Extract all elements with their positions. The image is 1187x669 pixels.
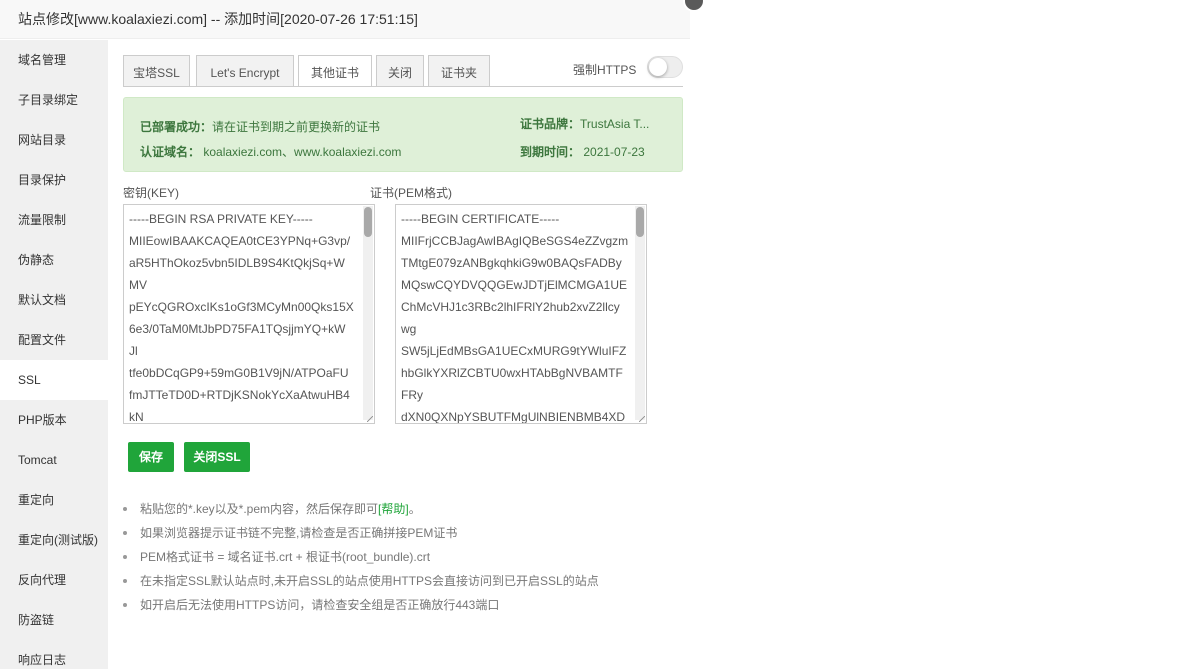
ssl-panel: 宝塔SSL Let's Encrypt 其他证书 关闭 证书夹 强制HTTPS … [108,40,690,669]
key-line: tfe0bDCqGP9+59mG0B1V9jN/ATPOaFU [129,366,349,380]
tip-item: 如开启后无法使用HTTPS访问，请检查安全组是否正确放行443端口 [123,596,599,620]
cert-line: FRy [401,388,423,402]
deploy-status-label: 已部署成功： [140,120,213,134]
tab-divider [123,86,683,87]
sidebar-item-config-file[interactable]: 配置文件 [0,320,108,360]
tip-item: 如果浏览器提示证书链不完整,请检查是否正确拼接PEM证书 [123,524,599,548]
deploy-status-text: 请在证书到期之前更换新的证书 [212,120,381,134]
save-button[interactable]: 保存 [128,442,174,472]
key-line: fmJTTeTD0D+RTDjKSNokYcXaAtwuHB4 [129,388,350,402]
bullet-icon [123,555,127,559]
help-tips: 粘贴您的*.key以及*.pem内容，然后保存即可[帮助]。 如果浏览器提示证书… [123,500,599,620]
sidebar-item-redirect-beta[interactable]: 重定向(测试版) [0,520,108,560]
cert-scroll-thumb[interactable] [636,207,644,237]
cert-textarea[interactable]: -----BEGIN CERTIFICATE----- MIIFrjCCBJag… [395,204,647,424]
toggle-knob [649,58,667,76]
sidebar-item-rewrite[interactable]: 伪静态 [0,240,108,280]
key-line: MIIEowIBAAKCAQEA0tCE3YPNq+G3vp/ [129,234,351,248]
sidebar-item-dir-protect[interactable]: 目录保护 [0,160,108,200]
key-line: 6e3/0TaM0MtJbPD75FA1TQsjjmYQ+kW [129,322,346,336]
key-scrollbar[interactable] [363,206,373,420]
sidebar-item-php-version[interactable]: PHP版本 [0,400,108,440]
cert-line: SW5jLjEdMBsGA1UECxMURG9tYWluIFZ [401,344,627,358]
site-settings-dialog: 站点修改[www.koalaxiezi.com] -- 添加时间[2020-07… [0,0,690,669]
sidebar-item-domain[interactable]: 域名管理 [0,40,108,80]
key-line: kN [129,410,144,424]
key-textarea[interactable]: -----BEGIN RSA PRIVATE KEY----- MIIEowIB… [123,204,375,424]
tip-item: 粘贴您的*.key以及*.pem内容，然后保存即可[帮助]。 [123,500,599,524]
tab-cert-folder[interactable]: 证书夹 [428,55,490,86]
tip-item: PEM格式证书 = 域名证书.crt + 根证书(root_bundle).cr… [123,548,599,572]
tip-text: 如果浏览器提示证书链不完整,请检查是否正确拼接PEM证书 [140,526,458,540]
close-ssl-button[interactable]: 关闭SSL [184,442,250,472]
help-link[interactable]: [帮助] [378,502,409,516]
cert-domains: 认证域名： koalaxiezi.com、www.koalaxiezi.com [140,143,401,160]
sidebar-item-site-dir[interactable]: 网站目录 [0,120,108,160]
sidebar-item-response-log[interactable]: 响应日志 [0,640,108,669]
sidebar-item-traffic-limit[interactable]: 流量限制 [0,200,108,240]
bullet-icon [123,507,127,511]
tab-lets-encrypt[interactable]: Let's Encrypt [196,55,294,86]
bullet-icon [123,603,127,607]
sidebar-item-ssl[interactable]: SSL [0,360,108,400]
key-line: aR5HThOkoz5vbn5IDLB9S4KtQkjSq+W [129,256,345,270]
cert-line: hbGlkYXRlZCBTU0wxHTAbBgNVBAMTF [401,366,623,380]
key-scroll-thumb[interactable] [364,207,372,237]
cert-line: -----BEGIN CERTIFICATE----- [401,212,560,226]
key-resize-handle[interactable] [367,416,373,422]
ssl-status-alert: 已部署成功：请在证书到期之前更换新的证书 认证域名： koalaxiezi.co… [123,97,683,172]
force-https-toggle[interactable] [647,56,683,78]
tab-baota-ssl[interactable]: 宝塔SSL [123,55,190,86]
cert-line: MQswCQYDVQQGEwJDTjElMCMGA1UE [401,278,628,292]
cert-line: dXN0QXNpYSBUTFMgUlNBIENBMB4XD [401,410,626,424]
cert-line: wg [401,322,417,336]
tip-text: 粘贴您的*.key以及*.pem内容，然后保存即可 [140,502,379,516]
cert-expire-value: 2021-07-23 [580,145,645,159]
sidebar-item-tomcat[interactable]: Tomcat [0,440,108,480]
cert-expire: 到期时间： 2021-07-23 [520,143,645,160]
tip-text: 在未指定SSL默认站点时,未开启SSL的站点使用HTTPS会直接访问到已开启SS… [140,574,599,588]
force-https-label: 强制HTTPS [573,63,637,77]
cert-brand-label: 证书品牌： [520,117,581,131]
cert-domains-value: koalaxiezi.com、www.koalaxiezi.com [200,145,402,159]
cert-line: ChMcVHJ1c3RBc2lhIFRlY2hub2xvZ2llcy [401,300,620,314]
tip-text: PEM格式证书 = 域名证书.crt + 根证书(root_bundle).cr… [140,550,431,564]
tip-suffix: 。 [408,502,421,516]
cert-label: 证书(PEM格式) [370,186,452,200]
tip-text: 如开启后无法使用HTTPS访问，请检查安全组是否正确放行443端口 [140,598,500,612]
sidebar-item-subdir[interactable]: 子目录绑定 [0,80,108,120]
cert-line: TMtgE079zANBgkqhkiG9w0BAQsFADBy [401,256,622,270]
bullet-icon [123,579,127,583]
sidebar: 域名管理 子目录绑定 网站目录 目录保护 流量限制 伪静态 默认文档 配置文件 … [0,40,108,669]
sidebar-item-hotlink[interactable]: 防盗链 [0,600,108,640]
sidebar-item-default-doc[interactable]: 默认文档 [0,280,108,320]
key-line: pEYcQGROxcIKs1oGf3MCyMn00Qks15X [129,300,354,314]
key-label: 密钥(KEY) [123,186,180,200]
cert-domains-label: 认证域名： [140,145,201,159]
key-line: Jl [129,344,138,358]
cert-brand: 证书品牌：TrustAsia T... [520,115,649,132]
cert-resize-handle[interactable] [639,416,645,422]
sidebar-item-redirect[interactable]: 重定向 [0,480,108,520]
cert-brand-value: TrustAsia T... [580,117,650,131]
sidebar-item-reverse-proxy[interactable]: 反向代理 [0,560,108,600]
dialog-title: 站点修改[www.koalaxiezi.com] -- 添加时间[2020-07… [0,0,690,39]
tab-close[interactable]: 关闭 [376,55,424,86]
deploy-status: 已部署成功：请在证书到期之前更换新的证书 [140,118,380,135]
key-line: -----BEGIN RSA PRIVATE KEY----- [129,212,313,226]
cert-line: MIIFrjCCBJagAwIBAgIQBeSGS4eZZvgzm [401,234,629,248]
key-line: MV [129,278,147,292]
tab-other-cert[interactable]: 其他证书 [298,55,372,87]
cert-scrollbar[interactable] [635,206,645,420]
bullet-icon [123,531,127,535]
cert-expire-label: 到期时间： [520,145,581,159]
tip-item: 在未指定SSL默认站点时,未开启SSL的站点使用HTTPS会直接访问到已开启SS… [123,572,599,596]
